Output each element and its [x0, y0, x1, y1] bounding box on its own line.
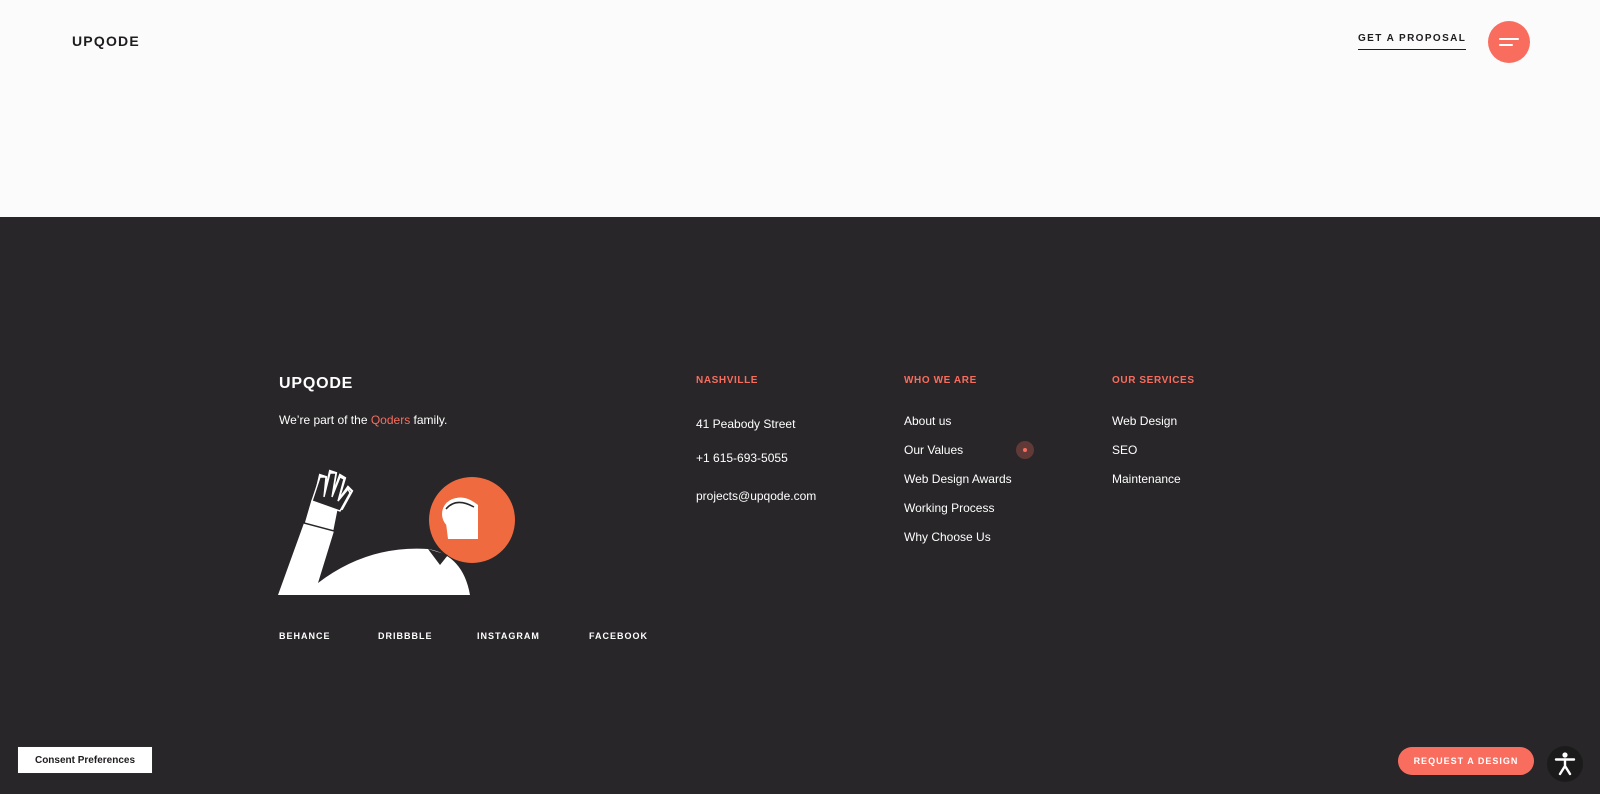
- accessibility-icon: [1554, 752, 1576, 776]
- header-area: UPQODE GET A PROPOSAL: [0, 0, 1600, 217]
- site-logo[interactable]: UPQODE: [72, 33, 140, 49]
- email-link[interactable]: projects@upqode.com: [696, 489, 816, 503]
- hamburger-menu-icon-line: [1499, 44, 1513, 46]
- behance-link[interactable]: BEHANCE: [279, 631, 331, 641]
- dribbble-link[interactable]: DRIBBBLE: [378, 631, 433, 641]
- why-choose-us-link[interactable]: Why Choose Us: [904, 530, 991, 544]
- footer: UPQODE We’re part of the Qoders family. …: [0, 217, 1600, 794]
- cursor-indicator: [1016, 441, 1034, 459]
- nashville-heading: NASHVILLE: [696, 375, 759, 386]
- about-us-link[interactable]: About us: [904, 414, 951, 428]
- tagline-text-before: We’re part of the: [279, 413, 368, 427]
- footer-logo[interactable]: UPQODE: [279, 375, 353, 393]
- qoders-link[interactable]: Qoders: [371, 413, 410, 427]
- accessibility-button[interactable]: [1547, 746, 1583, 782]
- web-design-link[interactable]: Web Design: [1112, 414, 1177, 428]
- tagline-text-after: family.: [413, 413, 448, 427]
- who-we-are-heading: WHO WE ARE: [904, 375, 977, 386]
- hamburger-menu-icon: [1499, 38, 1519, 40]
- facebook-link[interactable]: FACEBOOK: [589, 631, 648, 641]
- address-text: 41 Peabody Street: [696, 417, 796, 431]
- our-values-link[interactable]: Our Values: [904, 443, 963, 457]
- seo-link[interactable]: SEO: [1112, 443, 1137, 457]
- phone-link[interactable]: +1 615-693-5055: [696, 451, 788, 465]
- working-process-link[interactable]: Working Process: [904, 501, 994, 515]
- instagram-link[interactable]: INSTAGRAM: [477, 631, 540, 641]
- our-services-heading: OUR SERVICES: [1112, 375, 1195, 386]
- maintenance-link[interactable]: Maintenance: [1112, 472, 1181, 486]
- get-proposal-link[interactable]: GET A PROPOSAL: [1358, 33, 1467, 50]
- menu-button[interactable]: [1488, 21, 1530, 63]
- consent-preferences-button[interactable]: Consent Preferences: [17, 746, 153, 774]
- web-design-awards-link[interactable]: Web Design Awards: [904, 472, 1012, 486]
- request-design-button[interactable]: REQUEST A DESIGN: [1398, 747, 1534, 775]
- waving-person-illustration: [278, 469, 515, 595]
- footer-tagline: We’re part of the Qoders family.: [279, 413, 447, 427]
